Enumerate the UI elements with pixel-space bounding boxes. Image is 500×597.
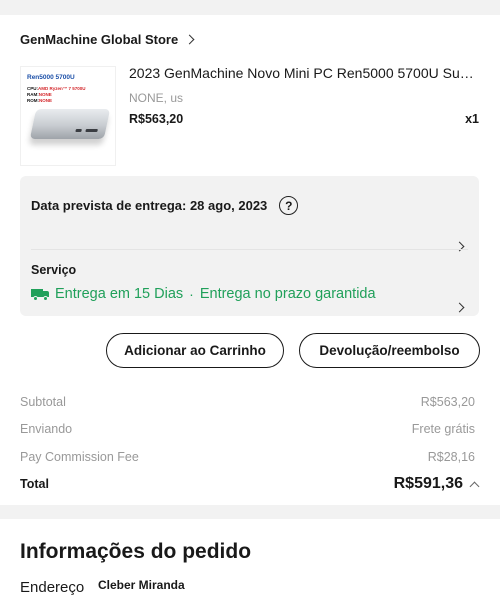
product-image-model: Ren5000 5700U <box>27 74 75 81</box>
divider <box>31 249 468 250</box>
total-label: Total <box>20 477 49 491</box>
address-label: Endereço <box>20 579 85 596</box>
fee-value: R$28,16 <box>427 450 475 464</box>
store-name[interactable]: GenMachine Global Store <box>20 32 178 47</box>
product-title[interactable]: 2023 GenMachine Novo Mini PC Ren5000 570… <box>129 65 479 81</box>
shipping-label: Enviando <box>20 422 73 436</box>
separator: · <box>189 286 194 302</box>
fee-label: Pay Commission Fee <box>20 450 139 464</box>
add-to-cart-button[interactable]: Adicionar ao Carrinho <box>106 333 284 368</box>
product-quantity: x1 <box>465 112 479 126</box>
address-name: Cleber Miranda <box>98 578 185 592</box>
return-refund-button[interactable]: Devolução/reembolso <box>299 333 480 368</box>
chevron-right-icon[interactable] <box>454 302 465 313</box>
total-row[interactable]: Total R$591,36 <box>20 475 480 493</box>
order-card: GenMachine Global Store Ren5000 5700U CP… <box>0 15 500 505</box>
product-price: R$563,20 <box>129 112 184 126</box>
delivery-guarantee: Entrega no prazo garantida <box>199 286 376 302</box>
product-variant: NONE, us <box>129 91 184 105</box>
delivery-estimate-row[interactable]: Data prevista de entrega: 28 ago, 2023 ? <box>31 196 299 215</box>
help-icon[interactable]: ? <box>279 196 299 215</box>
subtotal-value: R$563,20 <box>420 395 475 409</box>
truck-icon <box>31 288 50 301</box>
shipping-row: Enviando Frete grátis <box>20 422 475 436</box>
service-label: Serviço <box>31 263 77 277</box>
subtotal-row: Subtotal R$563,20 <box>20 395 475 409</box>
delivery-time: Entrega em 15 Dias <box>55 286 184 302</box>
service-info[interactable]: Entrega em 15 Dias · Entrega no prazo ga… <box>31 286 376 302</box>
product-image[interactable]: Ren5000 5700U CPU:AMD Ryzen™ 7 5700U RAM… <box>20 66 116 166</box>
chevron-right-icon[interactable] <box>184 34 195 45</box>
delivery-panel: Data prevista de entrega: 28 ago, 2023 ?… <box>20 176 479 316</box>
fee-row: Pay Commission Fee R$28,16 <box>20 450 475 464</box>
mini-pc-illustration <box>29 109 111 139</box>
order-info-title: Informações do pedido <box>20 540 252 563</box>
subtotal-label: Subtotal <box>20 395 66 409</box>
order-info-card: Informações do pedido Endereço Cleber Mi… <box>0 519 500 597</box>
store-header[interactable]: GenMachine Global Store <box>20 32 195 47</box>
chevron-up-icon[interactable] <box>469 481 480 491</box>
total-value: R$591,36 <box>393 475 463 492</box>
shipping-value: Frete grátis <box>411 422 475 436</box>
delivery-estimate: Data prevista de entrega: 28 ago, 2023 <box>31 198 268 213</box>
